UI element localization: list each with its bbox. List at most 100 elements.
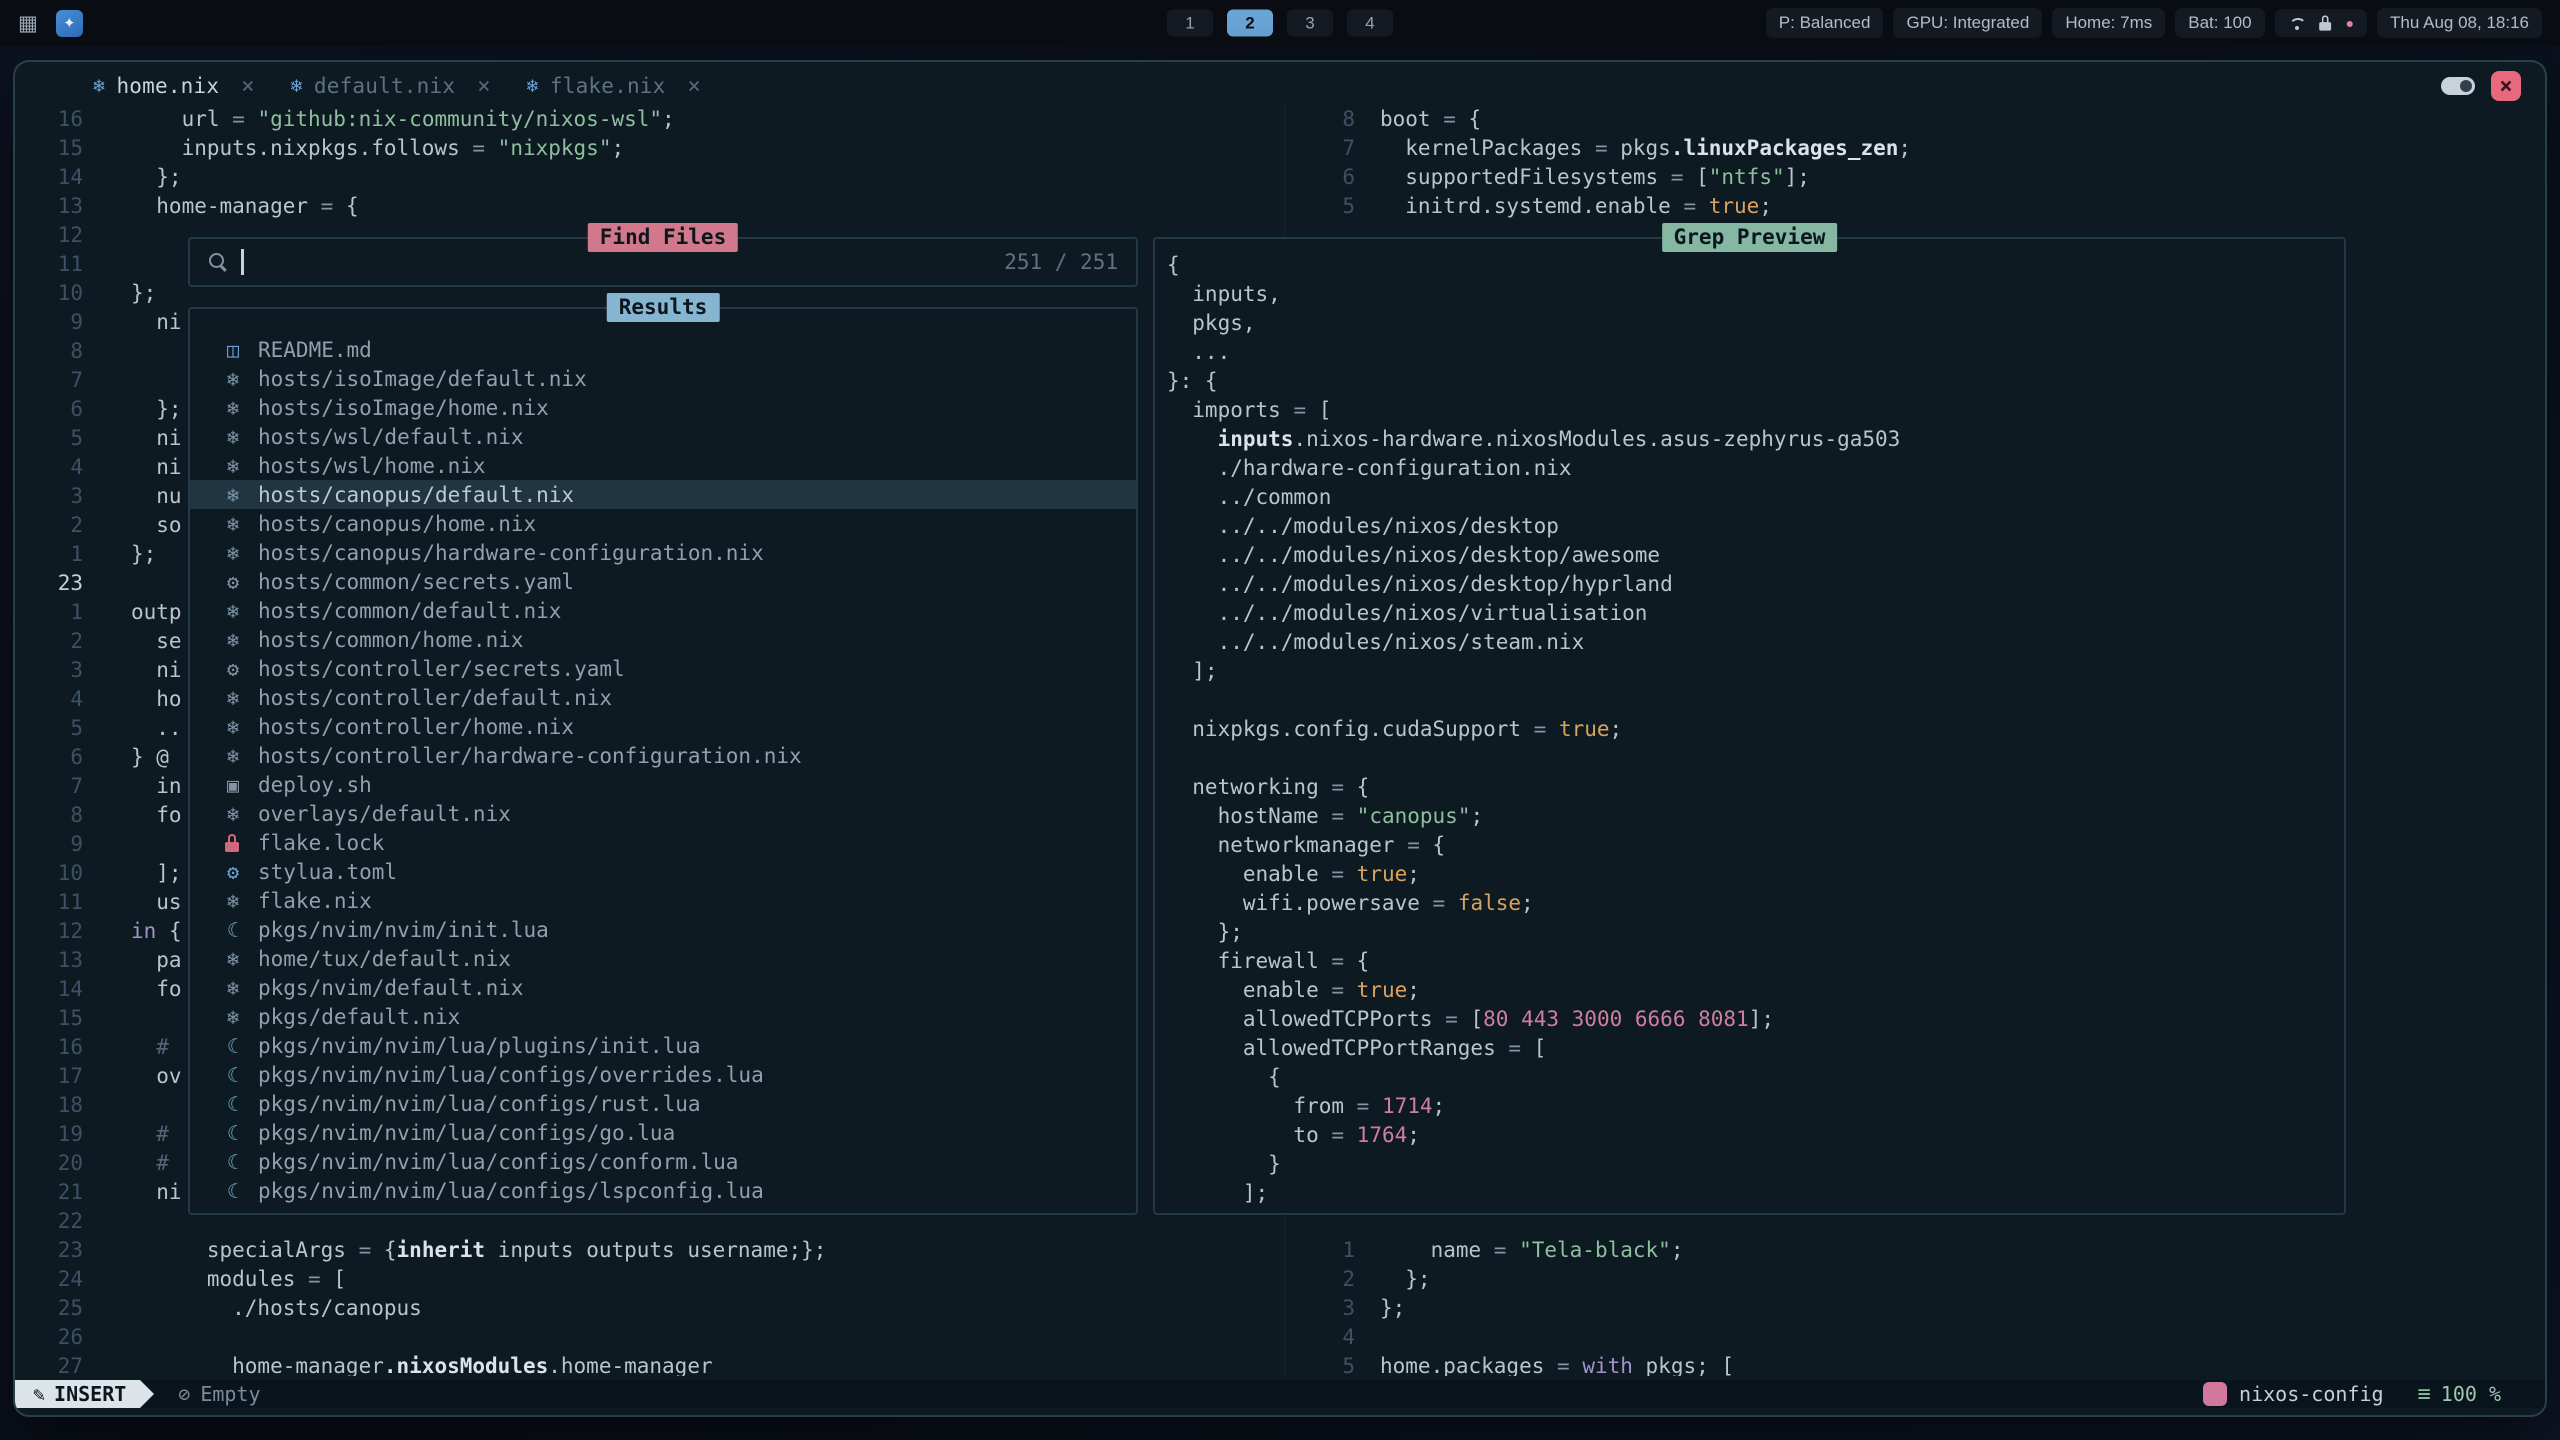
result-item[interactable]: ❄hosts/wsl/default.nix — [190, 422, 1136, 451]
code-text: pkgs, — [1167, 311, 1256, 335]
editor-line[interactable]: 2 }; — [1285, 1264, 2545, 1293]
editor-line[interactable]: 8boot = { — [1285, 104, 2545, 133]
editor-line[interactable]: 3}; — [1285, 1293, 2545, 1322]
editor-line[interactable]: to = 1764; — [1167, 1120, 2344, 1149]
editor-line[interactable]: networkmanager = { — [1167, 830, 2344, 859]
tab-default-nix[interactable]: ❄ default.nix × — [272, 74, 508, 99]
result-item[interactable]: ☾pkgs/nvim/nvim/lua/configs/overrides.lu… — [190, 1060, 1136, 1089]
result-item[interactable]: ❄hosts/controller/home.nix — [190, 712, 1136, 741]
wifi-icon[interactable] — [2288, 17, 2306, 30]
result-item[interactable]: flake.lock — [190, 828, 1136, 857]
workspace-2-active[interactable]: 2 — [1227, 10, 1273, 37]
editor-line[interactable]: enable = true; — [1167, 859, 2344, 888]
workspace-4[interactable]: 4 — [1347, 10, 1393, 37]
record-dot-icon[interactable]: ● — [2346, 16, 2354, 30]
result-item[interactable]: ▣deploy.sh — [190, 770, 1136, 799]
editor-line[interactable]: ../../modules/nixos/desktop — [1167, 511, 2344, 540]
window-close-button[interactable]: × — [2491, 71, 2521, 101]
result-item[interactable]: ❄hosts/canopus/hardware-configuration.ni… — [190, 538, 1136, 567]
editor-line[interactable]: hostName = "canopus"; — [1167, 801, 2344, 830]
editor-line[interactable]: 14 }; — [15, 162, 1284, 191]
result-item[interactable]: ⚙hosts/controller/secrets.yaml — [190, 654, 1136, 683]
result-item[interactable]: ❄home/tux/default.nix — [190, 944, 1136, 973]
editor-line[interactable] — [1167, 743, 2344, 772]
editor-line[interactable]: } — [1167, 1149, 2344, 1178]
editor-line[interactable]: ]; — [1167, 656, 2344, 685]
result-item[interactable]: ☾pkgs/nvim/nvim/lua/configs/go.lua — [190, 1118, 1136, 1147]
tab-home-nix[interactable]: ❄ home.nix × — [75, 74, 272, 99]
result-item[interactable]: ❄flake.nix — [190, 886, 1136, 915]
result-item[interactable]: ❄pkgs/nvim/default.nix — [190, 973, 1136, 1002]
app-grid-icon[interactable]: ▦ — [18, 13, 38, 34]
editor-line[interactable]: 6 supportedFilesystems = ["ntfs"]; — [1285, 162, 2545, 191]
editor-line[interactable]: 5 initrd.systemd.enable = true; — [1285, 191, 2545, 220]
editor-line[interactable]: 27 home-manager.nixosModules.home-manage… — [15, 1351, 1284, 1376]
editor-line[interactable] — [1167, 685, 2344, 714]
editor-line[interactable]: from = 1714; — [1167, 1091, 2344, 1120]
editor-line[interactable]: { — [1167, 250, 2344, 279]
tab-close-icon[interactable]: × — [687, 74, 700, 99]
tab-close-icon[interactable]: × — [477, 74, 490, 99]
editor-line[interactable]: enable = true; — [1167, 975, 2344, 1004]
result-item[interactable]: ❄hosts/canopus/default.nix — [190, 480, 1136, 509]
editor-line[interactable]: ... — [1167, 337, 2344, 366]
editor-line[interactable]: 25 ./hosts/canopus — [15, 1293, 1284, 1322]
editor-line[interactable]: allowedTCPPortRanges = [ — [1167, 1033, 2344, 1062]
result-item[interactable]: ☾pkgs/nvim/nvim/lua/configs/rust.lua — [190, 1089, 1136, 1118]
result-item[interactable]: ☾pkgs/nvim/nvim/lua/configs/lspconfig.lu… — [190, 1176, 1136, 1205]
editor-line[interactable]: pkgs, — [1167, 308, 2344, 337]
editor-line[interactable]: 24 modules = [ — [15, 1264, 1284, 1293]
editor-line[interactable]: 13 home-manager = { — [15, 191, 1284, 220]
result-item[interactable]: ☾pkgs/nvim/nvim/lua/plugins/init.lua — [190, 1031, 1136, 1060]
result-item[interactable]: ❄hosts/isoImage/home.nix — [190, 393, 1136, 422]
result-item[interactable]: ❄hosts/controller/hardware-configuration… — [190, 741, 1136, 770]
result-item[interactable]: ❄pkgs/default.nix — [190, 1002, 1136, 1031]
editor-line[interactable]: { — [1167, 1062, 2344, 1091]
result-item[interactable]: ⚙stylua.toml — [190, 857, 1136, 886]
editor-line[interactable]: ./hardware-configuration.nix — [1167, 453, 2344, 482]
editor-line[interactable]: }: { — [1167, 366, 2344, 395]
editor-line[interactable]: 5home.packages = with pkgs; [ — [1285, 1351, 2545, 1376]
result-item[interactable]: ⚙hosts/common/secrets.yaml — [190, 567, 1136, 596]
editor-line[interactable]: 23 specialArgs = {inherit inputs outputs… — [15, 1235, 1284, 1264]
pin-toggle-icon[interactable] — [2441, 77, 2475, 95]
editor-line[interactable]: ../../modules/nixos/steam.nix — [1167, 627, 2344, 656]
editor-line[interactable]: 1 name = "Tela-black"; — [1285, 1235, 2545, 1264]
result-item[interactable]: ❄hosts/common/default.nix — [190, 596, 1136, 625]
editor-line[interactable]: wifi.powersave = false; — [1167, 888, 2344, 917]
result-item[interactable]: ☾pkgs/nvim/nvim/init.lua — [190, 915, 1136, 944]
editor-line[interactable]: allowedTCPPorts = [80 443 3000 6666 8081… — [1167, 1004, 2344, 1033]
editor-line[interactable]: networking = { — [1167, 772, 2344, 801]
result-item[interactable]: ◫README.md — [190, 335, 1136, 364]
editor-line[interactable]: ../../modules/nixos/desktop/awesome — [1167, 540, 2344, 569]
editor-line[interactable]: 16 url = "github:nix-community/nixos-wsl… — [15, 104, 1284, 133]
editor-line[interactable]: ../common — [1167, 482, 2344, 511]
editor-line[interactable]: inputs.nixos-hardware.nixosModules.asus-… — [1167, 424, 2344, 453]
result-item[interactable]: ❄hosts/canopus/home.nix — [190, 509, 1136, 538]
result-item[interactable]: ❄overlays/default.nix — [190, 799, 1136, 828]
editor-line[interactable]: imports = [ — [1167, 395, 2344, 424]
launcher-icon[interactable]: ✦ — [56, 10, 83, 37]
editor-line[interactable]: 26 — [15, 1322, 1284, 1351]
editor-line[interactable]: ../../modules/nixos/virtualisation — [1167, 598, 2344, 627]
editor-line[interactable]: ../../modules/nixos/desktop/hyprland — [1167, 569, 2344, 598]
editor-line[interactable]: inputs, — [1167, 279, 2344, 308]
editor-line[interactable]: ]; — [1167, 1178, 2344, 1207]
result-item[interactable]: ☾pkgs/nvim/nvim/lua/configs/conform.lua — [190, 1147, 1136, 1176]
tab-flake-nix[interactable]: ❄ flake.nix × — [508, 74, 718, 99]
result-item[interactable]: ❄hosts/common/home.nix — [190, 625, 1136, 654]
result-item[interactable]: ❄hosts/wsl/home.nix — [190, 451, 1136, 480]
editor-line[interactable]: }; — [1167, 917, 2344, 946]
workspace-1[interactable]: 1 — [1167, 10, 1213, 37]
find-files-prompt[interactable]: Find Files 251 / 251 — [188, 237, 1138, 287]
editor-line[interactable]: nixpkgs.config.cudaSupport = true; — [1167, 714, 2344, 743]
editor-line[interactable]: 15 inputs.nixpkgs.follows = "nixpkgs"; — [15, 133, 1284, 162]
editor-line[interactable]: firewall = { — [1167, 946, 2344, 975]
result-item[interactable]: ❄hosts/controller/default.nix — [190, 683, 1136, 712]
workspace-3[interactable]: 3 — [1287, 10, 1333, 37]
editor-line[interactable]: 7 kernelPackages = pkgs.linuxPackages_ze… — [1285, 133, 2545, 162]
result-item[interactable]: ❄hosts/isoImage/default.nix — [190, 364, 1136, 393]
lock-icon[interactable] — [2319, 15, 2333, 30]
editor-line[interactable]: 4 — [1285, 1322, 2545, 1351]
tab-close-icon[interactable]: × — [241, 74, 254, 99]
